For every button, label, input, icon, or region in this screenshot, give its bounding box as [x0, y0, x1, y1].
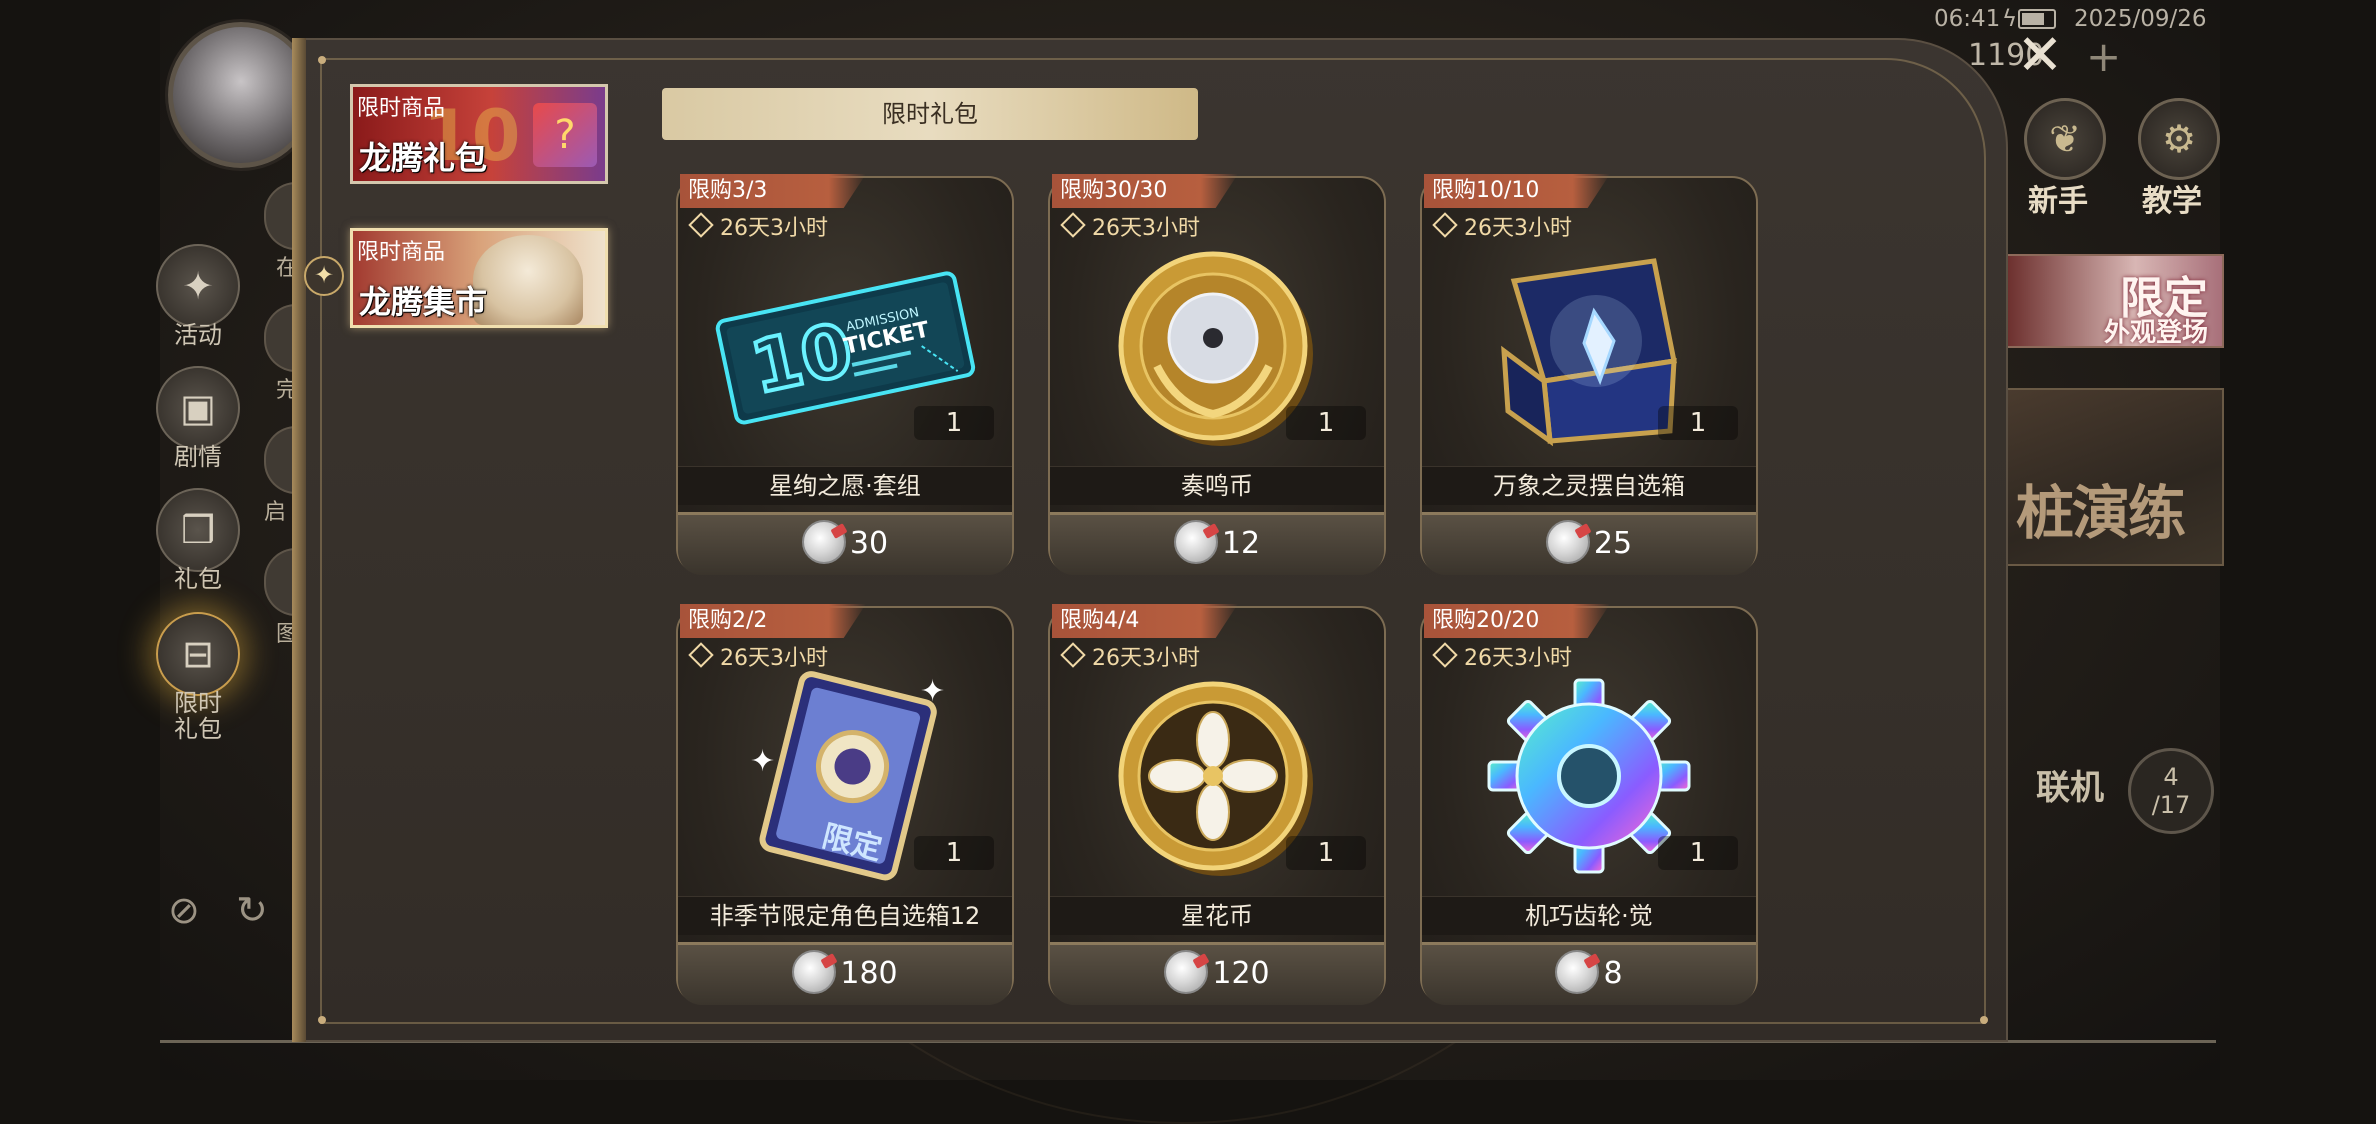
- frame-corner-dot: [318, 56, 326, 64]
- item-quantity: 1: [1286, 836, 1366, 870]
- sidebar-button-story[interactable]: ▣ 剧情: [156, 366, 240, 470]
- training-banner[interactable]: 桩演练: [2004, 388, 2224, 566]
- sidebar-button-gifts[interactable]: ❒ 礼包: [156, 488, 240, 592]
- item-quantity: 1: [1658, 836, 1738, 870]
- time-remaining: 26天3小时: [1432, 210, 1572, 242]
- currency-coin-icon: [1164, 949, 1209, 994]
- buy-button[interactable]: 180: [678, 942, 1012, 1005]
- refresh-icon[interactable]: ↻: [236, 888, 268, 932]
- dialog-left-border: [292, 38, 306, 1042]
- currency-coin-icon: [1555, 949, 1600, 994]
- product-card[interactable]: 限购30/30 26天3小时 1 奏鸣币 12: [1048, 174, 1386, 575]
- character-portrait: [473, 235, 583, 325]
- item-quantity: 1: [914, 836, 994, 870]
- close-button[interactable]: ✕: [2016, 28, 2064, 84]
- item-name: 非季节限定角色自选箱12: [678, 896, 1012, 935]
- buy-button[interactable]: 8: [1422, 942, 1756, 1005]
- status-date: 2025/09/26: [2074, 6, 2207, 32]
- product-card[interactable]: 限购4/4 26天3小时 1 星花币 120: [1048, 604, 1386, 1005]
- item-price: 25: [1593, 526, 1633, 561]
- product-card[interactable]: 限购10/10 26天3小时 1 万象之灵摆自选箱 25: [1420, 174, 1758, 575]
- sidebar-button-limited-gifts[interactable]: ⊟ 限时 礼包: [156, 612, 240, 742]
- item-price: 8: [1603, 956, 1623, 991]
- buy-button[interactable]: 25: [1422, 512, 1756, 575]
- charging-icon: ϟ: [2002, 6, 2018, 32]
- currency-coin-icon: [801, 519, 846, 564]
- item-name: 星绚之愿·套组: [678, 466, 1012, 505]
- coop-label[interactable]: 联机: [2036, 760, 2104, 809]
- newbie-label: 新手: [2028, 184, 2088, 219]
- confetti-icon: ✦: [156, 244, 240, 328]
- purchase-limit-badge: 限购2/2: [680, 604, 866, 638]
- purchase-limit-badge: 限购30/30: [1052, 174, 1238, 208]
- tutorial-gear-icon[interactable]: ⚙: [2138, 98, 2220, 180]
- selected-indicator-icon: ✦: [304, 256, 344, 296]
- timer-diamond-icon: [1432, 212, 1458, 238]
- item-price: 120: [1212, 956, 1270, 991]
- coop-count-badge: 4 /17: [2128, 748, 2214, 834]
- gift-box-icon: ?: [533, 103, 597, 167]
- purchase-limit-badge: 限购3/3: [680, 174, 866, 208]
- item-price: 180: [840, 956, 898, 991]
- item-name: 星花币: [1050, 896, 1384, 935]
- sidebar-button-events[interactable]: ✦ 活动: [156, 244, 240, 348]
- frame-corner-dot: [1980, 1016, 1988, 1024]
- status-time: 06:41: [1934, 6, 2001, 32]
- timer-diamond-icon: [688, 642, 714, 668]
- clapperboard-icon: ▣: [156, 366, 240, 450]
- category-tab-dragon-market[interactable]: 限时商品 龙腾集市: [350, 228, 608, 328]
- purchase-limit-badge: 限购10/10: [1424, 174, 1610, 208]
- gift-box-icon: ❒: [156, 488, 240, 572]
- timer-diamond-icon: [1432, 642, 1458, 668]
- category-tab-dragon-gift[interactable]: 10 ? 限时商品 龙腾礼包: [350, 84, 608, 184]
- buy-button[interactable]: 30: [678, 512, 1012, 575]
- item-price: 12: [1221, 526, 1261, 561]
- frame-corner-dot: [318, 1016, 326, 1024]
- item-name: 奏鸣币: [1050, 466, 1384, 505]
- time-remaining: 26天3小时: [1432, 640, 1572, 672]
- item-name: 万象之灵摆自选箱: [1422, 466, 1756, 505]
- item-quantity: 1: [1286, 406, 1366, 440]
- section-title: 限时礼包: [662, 88, 1198, 140]
- time-remaining: 26天3小时: [1060, 640, 1200, 672]
- item-name: 机巧齿轮·觉: [1422, 896, 1756, 935]
- currency-coin-icon: [1173, 519, 1218, 564]
- time-remaining: 26天3小时: [688, 210, 828, 242]
- time-remaining: 26天3小时: [1060, 210, 1200, 242]
- product-card[interactable]: 限购2/2 26天3小时 限定 ✦ ✦ 1 非季节限定角色自选箱12 180: [676, 604, 1014, 1005]
- timer-diamond-icon: [1060, 212, 1086, 238]
- item-price: 30: [849, 526, 889, 561]
- svg-text:✦: ✦: [920, 674, 945, 709]
- currency-coin-icon: [1545, 519, 1590, 564]
- hide-ui-eye-icon[interactable]: ⊘: [168, 888, 200, 932]
- limited-outfit-banner[interactable]: 限定 外观登场: [2004, 254, 2224, 348]
- limited-gift-icon: ⊟: [156, 612, 240, 696]
- product-card[interactable]: 限购3/3 26天3小时 10 ADMISSION TICKET 1 星绚之愿·…: [676, 174, 1014, 575]
- timer-diamond-icon: [1060, 642, 1086, 668]
- currency-coin-icon: [792, 949, 837, 994]
- newbie-sprout-icon[interactable]: ❦: [2024, 98, 2106, 180]
- product-card[interactable]: 限购20/20 26天3小时 1 机巧齿轮·觉 8: [1420, 604, 1758, 1005]
- add-currency-icon[interactable]: +: [2086, 32, 2121, 81]
- purchase-limit-badge: 限购4/4: [1052, 604, 1238, 638]
- item-quantity: 1: [914, 406, 994, 440]
- svg-text:✦: ✦: [750, 744, 775, 779]
- tutorial-label: 教学: [2142, 184, 2202, 219]
- purchase-limit-badge: 限购20/20: [1424, 604, 1610, 638]
- buy-button[interactable]: 12: [1050, 512, 1384, 575]
- timer-diamond-icon: [688, 212, 714, 238]
- buy-button[interactable]: 120: [1050, 942, 1384, 1005]
- item-quantity: 1: [1658, 406, 1738, 440]
